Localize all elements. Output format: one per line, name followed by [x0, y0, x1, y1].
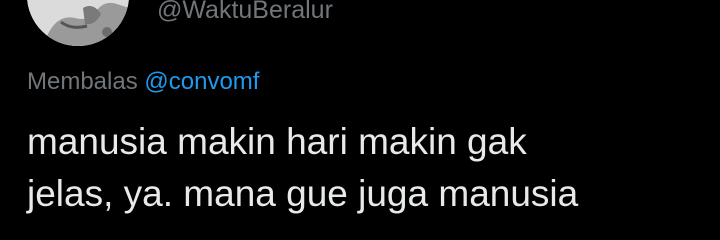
- author-handle[interactable]: @WaktuBeralur: [157, 0, 333, 25]
- reply-mention-link[interactable]: @convomf: [144, 68, 259, 95]
- tweet-text-line: manusia makin hari makin gak: [27, 121, 527, 162]
- replying-to-label: Membalas: [27, 68, 138, 95]
- tweet-text: manusia makin hari makin gak jelas, ya. …: [27, 116, 707, 220]
- avatar[interactable]: [27, 0, 129, 46]
- profile-photo-icon: [27, 0, 129, 46]
- tweet-text-line: jelas, ya. mana gue juga manusia: [27, 173, 579, 214]
- replying-to: Membalas @convomf: [27, 67, 259, 97]
